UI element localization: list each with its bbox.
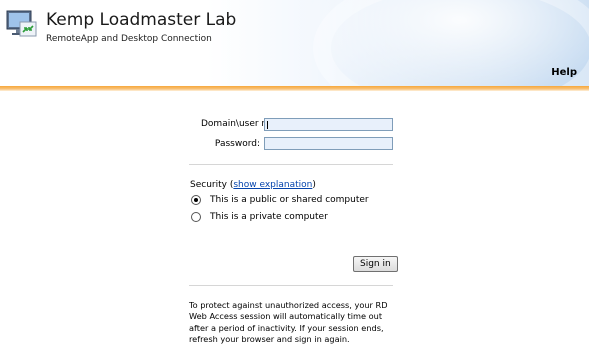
username-field[interactable]	[264, 118, 393, 131]
show-explanation-link[interactable]: show explanation	[233, 180, 312, 190]
form-divider	[189, 164, 393, 165]
page-header: Kemp Loadmaster Lab RemoteApp and Deskto…	[0, 0, 589, 88]
security-close-paren: )	[312, 180, 316, 190]
private-computer-radio[interactable]	[191, 212, 201, 222]
public-computer-label[interactable]: This is a public or shared computer	[210, 195, 369, 205]
header-decoration	[313, 0, 589, 88]
app-subtitle: RemoteApp and Desktop Connection	[46, 34, 212, 44]
public-computer-radio[interactable]	[191, 195, 201, 205]
sign-in-button[interactable]: Sign in	[353, 256, 398, 272]
radio-selected-dot	[194, 198, 198, 202]
security-label: Security	[190, 180, 227, 190]
text-caret	[267, 121, 268, 129]
help-link[interactable]: Help	[551, 67, 577, 78]
notice-divider	[189, 285, 393, 286]
password-label: Password:	[214, 139, 260, 149]
app-title: Kemp Loadmaster Lab	[46, 10, 237, 30]
private-computer-label[interactable]: This is a private computer	[210, 212, 328, 222]
remote-desktop-icon	[6, 10, 37, 37]
session-timeout-notice: To protect against unauthorized access, …	[189, 300, 388, 345]
header-accent-bar	[0, 86, 589, 91]
password-field[interactable]	[264, 137, 393, 150]
security-line: Security (show explanation)	[190, 180, 316, 190]
